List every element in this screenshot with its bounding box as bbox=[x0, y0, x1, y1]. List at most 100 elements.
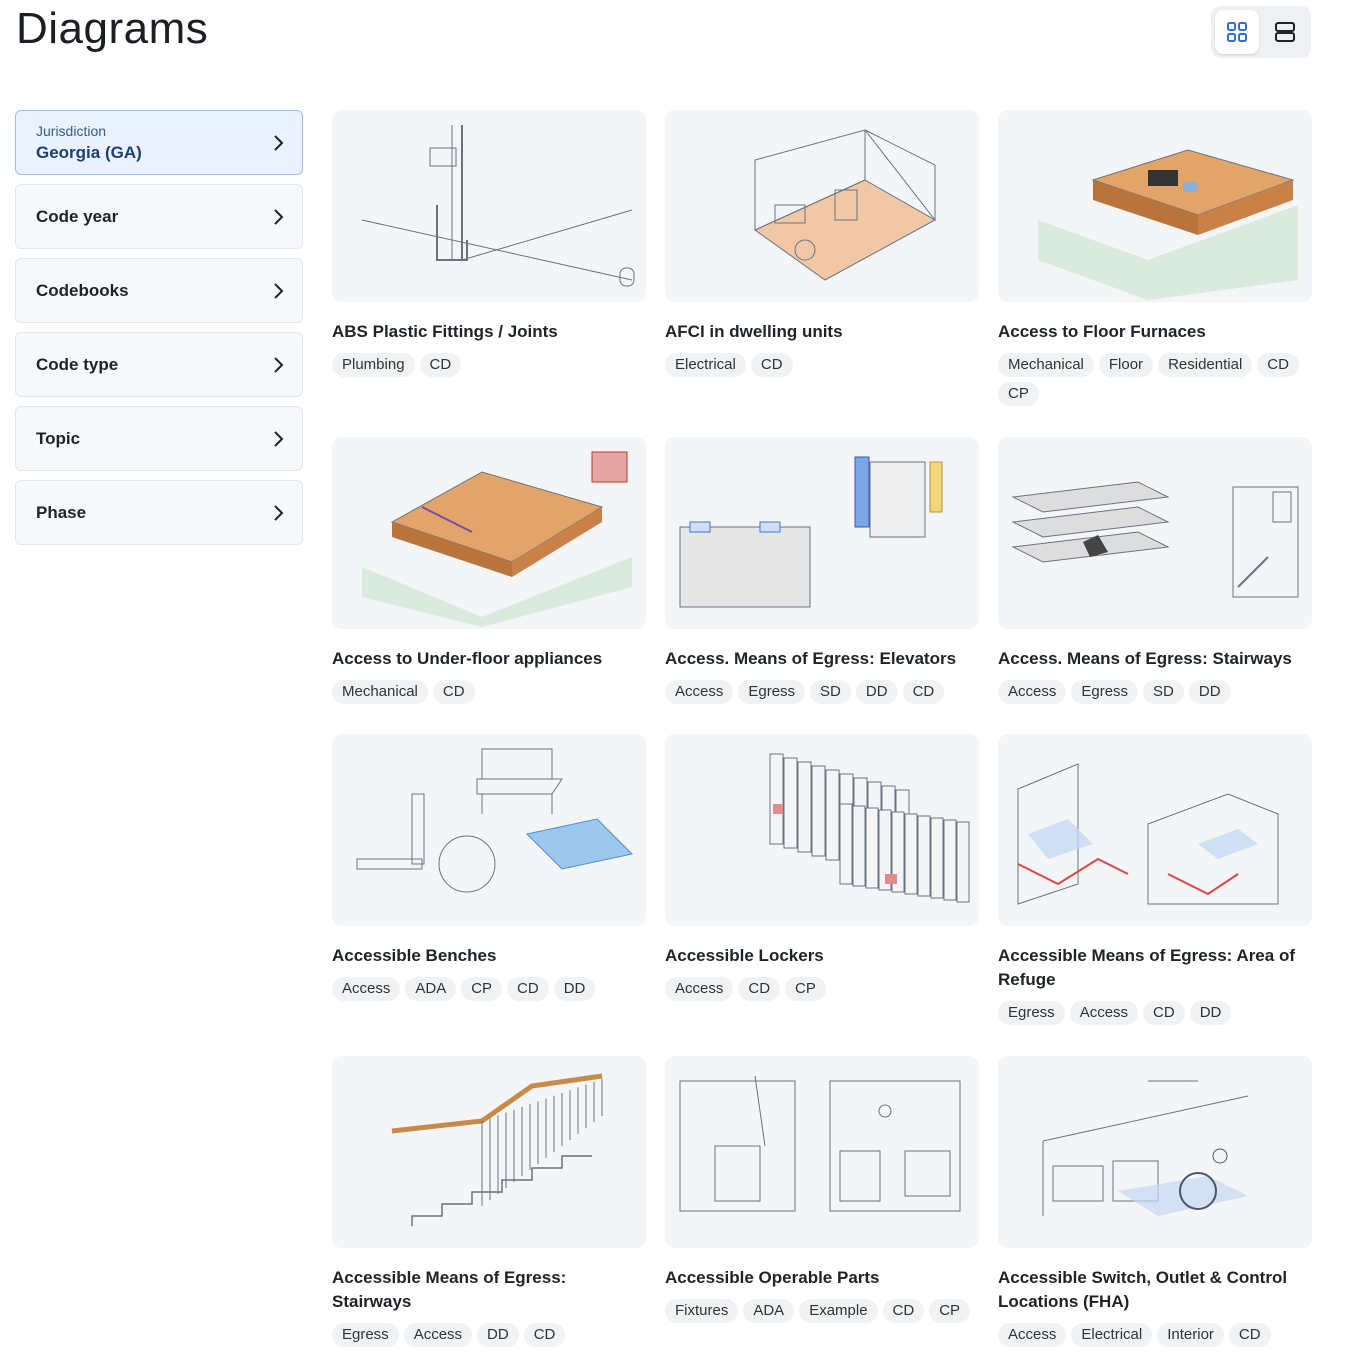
tag-chip[interactable]: CD bbox=[1257, 353, 1299, 377]
tag-chip[interactable]: Egress bbox=[998, 1001, 1065, 1025]
tag-chip[interactable]: CD bbox=[507, 977, 549, 1001]
tag-chip[interactable]: DD bbox=[1189, 1001, 1232, 1025]
diagram-title[interactable]: Accessible Means of Egress: Area of Refu… bbox=[998, 944, 1312, 992]
tag-chip[interactable]: Access bbox=[998, 1323, 1067, 1347]
tag-chip[interactable]: Fixtures bbox=[665, 1299, 739, 1323]
tag-chip[interactable]: CD bbox=[882, 1299, 925, 1323]
tag-list: Access CD CP bbox=[665, 977, 979, 1001]
tag-chip[interactable]: Interior bbox=[1157, 1323, 1224, 1347]
filter-phase[interactable]: Phase bbox=[15, 480, 303, 545]
tag-chip[interactable]: Access bbox=[665, 977, 734, 1001]
floor-furnace-diagram-thumbnail[interactable] bbox=[998, 110, 1312, 302]
diagram-title[interactable]: Access to Under-floor appliances bbox=[332, 647, 646, 671]
plumbing-diagram-thumbnail[interactable] bbox=[332, 110, 646, 302]
diagram-title[interactable]: Access. Means of Egress: Stairways bbox=[998, 647, 1312, 671]
bench-diagram-thumbnail[interactable] bbox=[332, 734, 646, 926]
tag-chip[interactable]: CD bbox=[1143, 1001, 1185, 1025]
filter-label: Codebooks bbox=[36, 280, 129, 300]
diagram-card[interactable]: Access to Under-floor appliances Mechanic… bbox=[332, 437, 646, 704]
tag-chip[interactable]: Access bbox=[332, 977, 401, 1001]
filter-label: Jurisdiction bbox=[36, 122, 107, 139]
filter-label: Phase bbox=[36, 502, 87, 522]
handrail-diagram-thumbnail[interactable] bbox=[332, 1056, 646, 1248]
tag-chip[interactable]: Access bbox=[665, 680, 734, 704]
diagram-title[interactable]: Accessible Operable Parts bbox=[665, 1266, 979, 1290]
tag-chip[interactable]: CP bbox=[461, 977, 503, 1001]
diagram-title[interactable]: ABS Plastic Fittings / Joints bbox=[332, 320, 646, 344]
filter-code-type[interactable]: Code type bbox=[15, 332, 303, 397]
diagram-title[interactable]: Accessible Switch, Outlet & Control Loca… bbox=[998, 1266, 1312, 1314]
filter-topic[interactable]: Topic bbox=[15, 406, 303, 471]
tag-chip[interactable]: Example bbox=[799, 1299, 878, 1323]
diagram-card[interactable]: Accessible Means of Egress: Stairways Egr… bbox=[332, 1056, 646, 1347]
diagram-title[interactable]: AFCI in dwelling units bbox=[665, 320, 979, 344]
tag-chip[interactable]: CD bbox=[738, 977, 781, 1001]
filter-value: Georgia (GA) bbox=[36, 142, 142, 162]
tag-chip[interactable]: DD bbox=[1188, 680, 1231, 704]
tag-chip[interactable]: CP bbox=[929, 1299, 971, 1323]
diagram-card[interactable]: Access. Means of Egress: Elevators Access… bbox=[665, 437, 979, 704]
tag-chip[interactable]: CP bbox=[785, 977, 826, 1001]
tag-chip[interactable]: ADA bbox=[405, 977, 457, 1001]
diagram-title[interactable]: Access to Floor Furnaces bbox=[998, 320, 1312, 344]
diagram-card[interactable]: ABS Plastic Fittings / Joints Plumbing CD bbox=[332, 110, 646, 377]
operable-parts-diagram-thumbnail[interactable] bbox=[665, 1056, 979, 1248]
tag-chip[interactable]: Mechanical bbox=[998, 353, 1094, 377]
diagram-title[interactable]: Accessible Benches bbox=[332, 944, 646, 968]
diagram-card[interactable]: Accessible Switch, Outlet & Control Loca… bbox=[998, 1056, 1312, 1347]
tag-chip[interactable]: Residential bbox=[1158, 353, 1253, 377]
locker-diagram-thumbnail[interactable] bbox=[665, 734, 979, 926]
diagram-card[interactable]: Accessible Benches Access ADA CP CD DD bbox=[332, 734, 646, 1001]
tag-chip[interactable]: Electrical bbox=[1071, 1323, 1153, 1347]
diagram-card[interactable]: Accessible Lockers Access CD CP bbox=[665, 734, 979, 1001]
tag-chip[interactable]: CD bbox=[419, 353, 462, 377]
switch-location-diagram-thumbnail[interactable] bbox=[998, 1056, 1312, 1248]
chevron-right-icon bbox=[274, 504, 284, 521]
stairway-diagram-thumbnail[interactable] bbox=[998, 437, 1312, 629]
page-title: Diagrams bbox=[16, 4, 209, 53]
tag-chip[interactable]: ADA bbox=[743, 1299, 795, 1323]
tag-chip[interactable]: CD bbox=[432, 680, 475, 704]
tag-chip[interactable]: Plumbing bbox=[332, 353, 415, 377]
tag-chip[interactable]: CD bbox=[902, 680, 945, 704]
filter-sidebar: Jurisdiction Georgia (GA) Code year Code… bbox=[15, 110, 303, 554]
refuge-diagram-thumbnail[interactable] bbox=[998, 734, 1312, 926]
elevator-diagram-thumbnail[interactable] bbox=[665, 437, 979, 629]
tag-chip[interactable]: Egress bbox=[332, 1323, 399, 1347]
tag-chip[interactable]: Mechanical bbox=[332, 680, 428, 704]
tag-chip[interactable]: DD bbox=[553, 977, 596, 1001]
tag-chip[interactable]: SD bbox=[1143, 680, 1184, 704]
diagram-title[interactable]: Accessible Lockers bbox=[665, 944, 979, 968]
floor-plan-diagram-thumbnail[interactable] bbox=[665, 110, 979, 302]
filter-label: Code type bbox=[36, 354, 119, 374]
diagram-card[interactable]: AFCI in dwelling units Electrical CD bbox=[665, 110, 979, 377]
tag-chip[interactable]: Floor bbox=[1098, 353, 1154, 377]
diagram-card[interactable]: Access. Means of Egress: Stairways Access… bbox=[998, 437, 1312, 704]
diagram-card[interactable]: Accessible Means of Egress: Area of Refu… bbox=[998, 734, 1312, 1025]
filter-code-year[interactable]: Code year bbox=[15, 184, 303, 249]
tag-chip[interactable]: Access bbox=[403, 1323, 473, 1347]
tag-chip[interactable]: Electrical bbox=[665, 353, 746, 377]
tag-chip[interactable]: DD bbox=[855, 680, 898, 704]
chevron-right-icon bbox=[274, 430, 284, 447]
list-view-button[interactable] bbox=[1263, 10, 1307, 54]
tag-chip[interactable]: Access bbox=[998, 680, 1067, 704]
tag-chip[interactable]: CD bbox=[1228, 1323, 1271, 1347]
tag-chip[interactable]: CD bbox=[750, 353, 793, 377]
chevron-right-icon bbox=[274, 134, 284, 151]
tag-chip[interactable]: DD bbox=[477, 1323, 519, 1347]
tag-chip[interactable]: Egress bbox=[1071, 680, 1139, 704]
grid-view-button[interactable] bbox=[1215, 10, 1259, 54]
tag-chip[interactable]: SD bbox=[810, 680, 851, 704]
diagram-card[interactable]: Access to Floor Furnaces Mechanical Floor R… bbox=[998, 110, 1312, 406]
diagram-title[interactable]: Access. Means of Egress: Elevators bbox=[665, 647, 979, 671]
filter-jurisdiction[interactable]: Jurisdiction Georgia (GA) bbox=[15, 110, 303, 175]
tag-chip[interactable]: CP bbox=[998, 382, 1039, 406]
diagram-card[interactable]: Accessible Operable Parts Fixtures ADA Exam… bbox=[665, 1056, 979, 1323]
tag-chip[interactable]: Egress bbox=[738, 680, 806, 704]
underfloor-diagram-thumbnail[interactable] bbox=[332, 437, 646, 629]
tag-chip[interactable]: Access bbox=[1069, 1001, 1139, 1025]
tag-chip[interactable]: CD bbox=[523, 1323, 566, 1347]
filter-codebooks[interactable]: Codebooks bbox=[15, 258, 303, 323]
diagram-title[interactable]: Accessible Means of Egress: Stairways bbox=[332, 1266, 646, 1314]
